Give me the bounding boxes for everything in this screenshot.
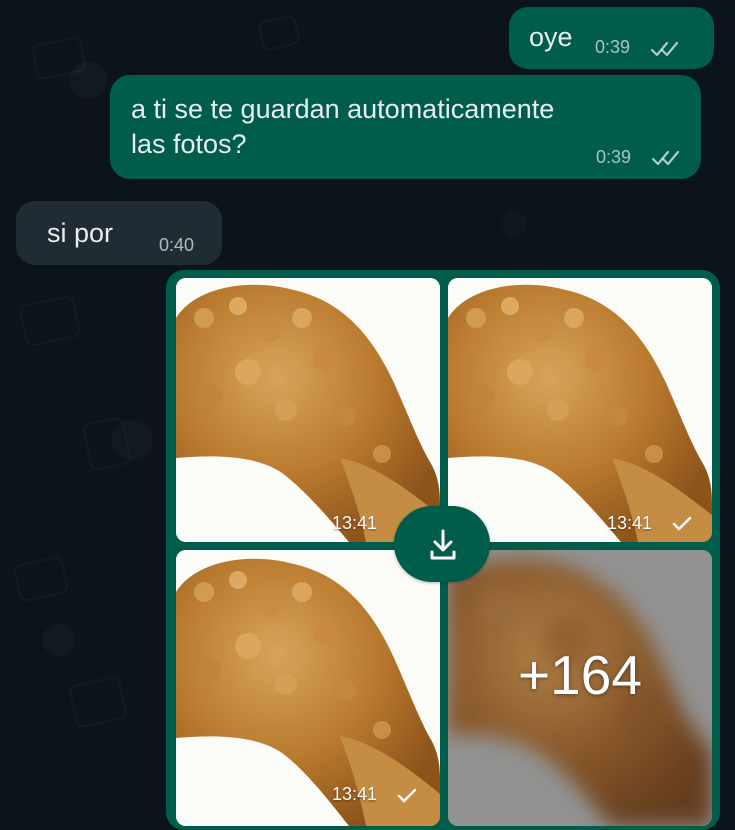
message-text: si por [47, 218, 114, 248]
sent-check-icon [397, 788, 417, 804]
wallpaper-doodle [31, 35, 87, 81]
read-double-check-icon [651, 149, 681, 167]
sent-check-icon [672, 516, 692, 532]
message-text: oye [529, 22, 573, 52]
wallpaper-doodle [18, 295, 82, 348]
more-photos-thumbnail[interactable]: +164 [448, 550, 712, 826]
message-time: 0:39 [596, 147, 632, 167]
message-time: 0:40 [159, 235, 195, 255]
message-bubble-outgoing[interactable]: a ti se te guardan automaticamente las f… [110, 75, 701, 179]
chicken-photo-thumbnail[interactable] [176, 278, 440, 542]
more-photos-count: +164 [518, 644, 642, 706]
download-button[interactable] [394, 506, 490, 582]
photo-time: 13:41 [332, 513, 378, 533]
message-bubble-outgoing[interactable]: oye 0:39 [509, 7, 714, 69]
wallpaper-doodle [81, 416, 132, 472]
read-double-check-icon [650, 40, 680, 58]
download-icon [430, 529, 456, 560]
wallpaper-doodle [257, 14, 300, 51]
wallpaper-doodle [68, 675, 128, 729]
chicken-photo-thumbnail[interactable] [176, 550, 440, 826]
message-text-line: a ti se te guardan automaticamente [131, 94, 555, 124]
message-bubble-incoming[interactable]: si por 0:40 [16, 201, 222, 265]
photo-time: 13:41 [607, 513, 653, 533]
photo-time: 13:41 [332, 784, 378, 804]
wallpaper-doodle [13, 555, 70, 603]
message-time: 0:39 [595, 37, 631, 57]
message-text-line: las fotos? [131, 129, 247, 159]
chicken-photo-thumbnail[interactable] [448, 278, 712, 542]
